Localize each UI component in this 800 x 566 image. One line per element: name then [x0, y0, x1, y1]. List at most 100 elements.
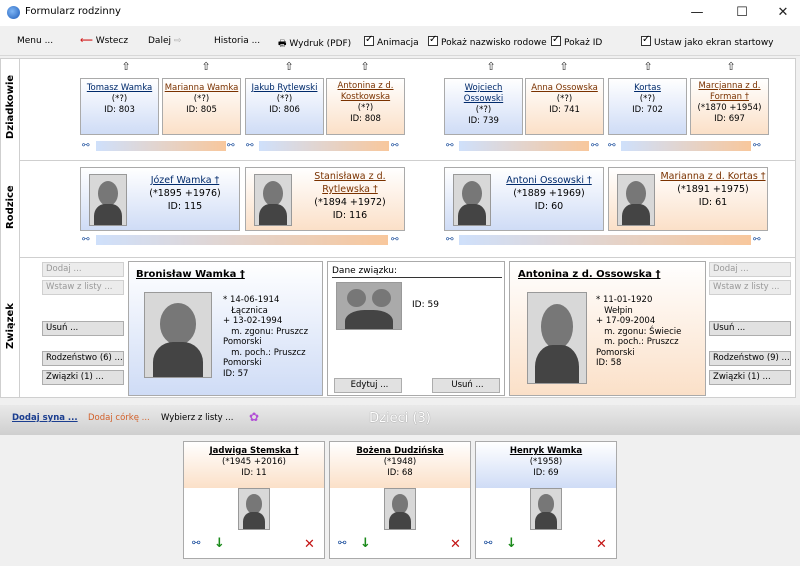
tree-icon[interactable]: ⚯: [753, 141, 765, 151]
person-name[interactable]: Anna Ossowska: [531, 83, 598, 93]
tree-icon[interactable]: ⚯: [753, 235, 765, 245]
grandparent-card[interactable]: Anna Ossowska (*?) ID: 741: [525, 78, 604, 135]
person-name[interactable]: Tomasz Wamka: [87, 83, 152, 93]
forward-button[interactable]: Dalej ⇨: [148, 36, 181, 46]
tree-icon[interactable]: ⚯: [192, 538, 200, 549]
tree-icon[interactable]: ⚯: [391, 235, 403, 245]
tree-icon[interactable]: ⚯: [391, 141, 403, 151]
minimize-button[interactable]: —: [682, 3, 712, 23]
animation-checkbox[interactable]: Animacja: [364, 34, 419, 48]
person-name[interactable]: Wojciech Ossowski: [464, 83, 503, 104]
tree-icon[interactable]: ⚯: [446, 141, 458, 151]
up-arrow-icon[interactable]: ⇧: [643, 61, 653, 73]
grandparent-card[interactable]: Jakub Rytlewski (*?) ID: 806: [245, 78, 324, 135]
person-name[interactable]: Marianna Wamka: [165, 83, 239, 93]
person-name[interactable]: Kortas: [634, 83, 661, 93]
insert-from-list-button[interactable]: Wstaw z listy ...: [709, 280, 791, 295]
tree-icon[interactable]: ⚯: [82, 235, 94, 245]
add-son-link[interactable]: Dodaj syna ...: [12, 413, 78, 423]
remove-child-icon[interactable]: ✕: [596, 537, 607, 552]
person-name[interactable]: Antoni Ossowski †: [506, 175, 592, 186]
tree-icon[interactable]: ⚯: [82, 141, 94, 151]
edit-marriage-button[interactable]: Edytuj ...: [334, 378, 402, 393]
up-arrow-icon[interactable]: ⇧: [284, 61, 294, 73]
choose-from-list-link[interactable]: Wybierz z listy ...: [161, 413, 233, 423]
unions-button[interactable]: Związki (1) ...: [709, 370, 791, 385]
grandparent-card[interactable]: Antonina z d. Kostkowska (*?) ID: 808: [326, 78, 405, 135]
family-name-checkbox[interactable]: Pokaż nazwisko rodowe: [428, 34, 547, 48]
maximize-button[interactable]: ☐: [727, 3, 757, 23]
husband-panel[interactable]: Bronisław Wamka † * 14-06-1914 Łącznica …: [128, 261, 323, 396]
history-button[interactable]: Historia ...: [214, 36, 260, 46]
couple-bar: [96, 141, 226, 151]
person-photo: [617, 174, 655, 226]
wife-name[interactable]: Antonina z d. Ossowska †: [518, 269, 661, 280]
parent-card[interactable]: Józef Wamka † (*1895 +1976) ID: 115: [80, 167, 240, 231]
person-name[interactable]: Marianna z d. Kortas †: [660, 171, 765, 182]
parent-card[interactable]: Stanisława z d. Rytlewska † (*1894 +1972…: [245, 167, 405, 231]
add-daughter-link[interactable]: Dodaj córkę ...: [88, 413, 150, 423]
child-card[interactable]: Henryk Wamka (*1958) ID: 69 ⚯ ↓ ✕: [475, 441, 617, 559]
palette-icon[interactable]: ✿: [249, 410, 259, 424]
child-name[interactable]: Bożena Dudzińska: [356, 446, 443, 456]
person-name[interactable]: Antonina z d. Kostkowska: [337, 81, 393, 102]
insert-from-list-button[interactable]: Wstaw z listy ...: [42, 280, 124, 295]
marriage-panel: Dane związku: ID: 59 Edytuj ... Usuń ...: [327, 261, 505, 396]
parent-card[interactable]: Antoni Ossowski † (*1889 +1969) ID: 60: [444, 167, 604, 231]
print-button[interactable]: 🖶 Wydruk (PDF): [278, 36, 351, 52]
unions-button[interactable]: Związki (1) ...: [42, 370, 124, 385]
parent-card[interactable]: Marianna z d. Kortas † (*1891 +1975) ID:…: [608, 167, 768, 231]
add-spouse-button[interactable]: Dodaj ...: [42, 262, 124, 277]
child-actions: ⚯ ↓ ✕: [476, 530, 616, 558]
close-button[interactable]: ✕: [768, 3, 798, 23]
remove-child-icon[interactable]: ✕: [450, 537, 461, 552]
menu-button[interactable]: Menu ...: [17, 36, 53, 46]
down-arrow-icon[interactable]: ↓: [214, 536, 225, 551]
remove-marriage-button[interactable]: Usuń ...: [432, 378, 500, 393]
remove-button[interactable]: Usuń ...: [42, 321, 124, 336]
tree-icon[interactable]: ⚯: [227, 141, 239, 151]
child-card[interactable]: Bożena Dudzińska (*1948) ID: 68 ⚯ ↓ ✕: [329, 441, 471, 559]
tree-icon[interactable]: ⚯: [484, 538, 492, 549]
remove-button[interactable]: Usuń ...: [709, 321, 791, 336]
up-arrow-icon[interactable]: ⇧: [726, 61, 736, 73]
tree-icon[interactable]: ⚯: [338, 538, 346, 549]
up-arrow-icon[interactable]: ⇧: [559, 61, 569, 73]
up-arrow-icon[interactable]: ⇧: [486, 61, 496, 73]
tree-icon[interactable]: ⚯: [246, 141, 258, 151]
back-button[interactable]: ⟵ Wstecz: [80, 36, 128, 46]
down-arrow-icon[interactable]: ↓: [360, 536, 371, 551]
person-dates: (*?): [639, 94, 656, 104]
child-name[interactable]: Henryk Wamka: [510, 446, 582, 456]
start-screen-checkbox[interactable]: Ustaw jako ekran startowy: [641, 34, 774, 48]
person-dates: (*?): [357, 103, 374, 113]
grandparent-card[interactable]: Tomasz Wamka (*?) ID: 803: [80, 78, 159, 135]
husband-name[interactable]: Bronisław Wamka †: [136, 269, 245, 280]
siblings-button[interactable]: Rodzeństwo (6) ...: [42, 351, 124, 366]
person-name[interactable]: Jakub Rytlewski: [252, 83, 318, 93]
siblings-button[interactable]: Rodzeństwo (9) ...: [709, 351, 791, 366]
grandparent-card[interactable]: Kortas (*?) ID: 702: [608, 78, 687, 135]
grandparent-card[interactable]: Marianna Wamka (*?) ID: 805: [162, 78, 241, 135]
person-name[interactable]: Marcjanna z d. Forman †: [698, 81, 760, 102]
person-name[interactable]: Stanisława z d. Rytlewska †: [314, 171, 385, 195]
show-id-checkbox[interactable]: Pokaż ID: [551, 34, 602, 48]
up-arrow-icon[interactable]: ⇧: [201, 61, 211, 73]
tree-icon[interactable]: ⚯: [608, 141, 620, 151]
child-card[interactable]: Jadwiga Stemska † (*1945 +2016) ID: 11 ⚯…: [183, 441, 325, 559]
tree-icon[interactable]: ⚯: [446, 235, 458, 245]
grandparent-card[interactable]: Wojciech Ossowski (*?) ID: 739: [444, 78, 523, 135]
wife-panel[interactable]: Antonina z d. Ossowska † * 11-01-1920 We…: [509, 261, 706, 396]
tree-icon[interactable]: ⚯: [591, 141, 603, 151]
remove-child-icon[interactable]: ✕: [304, 537, 315, 552]
down-arrow-icon[interactable]: ↓: [506, 536, 517, 551]
add-spouse-button[interactable]: Dodaj ...: [709, 262, 791, 277]
grandparent-card[interactable]: Marcjanna z d. Forman † (*1870 +1954) ID…: [690, 78, 769, 135]
up-arrow-icon[interactable]: ⇧: [360, 61, 370, 73]
back-arrow-icon: ⟵: [80, 36, 93, 46]
husband-details: * 14-06-1914 Łącznica + 13-02-1994 m. zg…: [223, 295, 309, 379]
person-name[interactable]: Józef Wamka †: [151, 175, 220, 186]
checkbox-icon: [364, 34, 374, 46]
up-arrow-icon[interactable]: ⇧: [121, 61, 131, 73]
child-name[interactable]: Jadwiga Stemska †: [210, 446, 299, 456]
